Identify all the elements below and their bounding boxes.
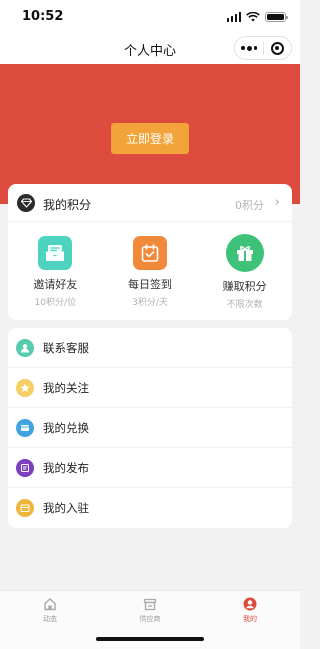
action-label: 邀请好友 — [33, 278, 78, 291]
menu-item-settle-in[interactable]: 我的入驻 — [8, 488, 292, 528]
menu-item-customer-service[interactable]: 联系客服 — [8, 328, 292, 368]
menu-label: 我的关注 — [43, 380, 89, 395]
tab-supplier[interactable]: 供应商 — [100, 597, 200, 624]
daily-checkin-action[interactable]: 每日签到 3积分/天 — [103, 222, 198, 320]
login-button[interactable]: 立即登录 — [111, 123, 189, 154]
nav-bar: 个人中心 — [0, 34, 300, 64]
publish-icon — [16, 458, 34, 477]
menu-list: 联系客服 我的关注 我的兑换 我的发布 我的入驻 — [8, 328, 292, 528]
menu-item-exchange[interactable]: 我的兑换 — [8, 408, 292, 448]
menu-item-following[interactable]: 我的关注 — [8, 368, 292, 408]
points-value: 0积分 — [235, 199, 264, 212]
menu-label: 我的发布 — [43, 460, 89, 475]
star-icon — [16, 378, 34, 397]
signal-icon — [226, 12, 241, 22]
tab-mine[interactable]: 我的 — [200, 597, 300, 624]
action-label: 赚取积分 — [222, 280, 267, 293]
more-icon[interactable] — [235, 37, 263, 59]
points-card: 我的积分 0积分 › 邀请好友 10积分/位 每日签到 3积分/天 赚取积分 不… — [8, 184, 292, 320]
gift-icon — [225, 234, 264, 272]
user-icon — [243, 597, 257, 611]
chevron-right-icon: › — [274, 195, 280, 210]
diamond-icon — [17, 194, 35, 212]
mini-program-capsule — [234, 36, 292, 60]
home-indicator — [96, 637, 204, 641]
menu-item-publish[interactable]: 我的发布 — [8, 448, 292, 488]
points-title: 我的积分 — [43, 198, 92, 212]
store-icon — [16, 499, 34, 517]
calendar-check-icon — [133, 236, 167, 270]
battery-icon — [265, 12, 288, 22]
customer-service-icon — [16, 338, 34, 357]
points-header[interactable]: 我的积分 0积分 › — [8, 184, 292, 222]
close-mini-program-icon[interactable] — [264, 37, 291, 59]
envelope-icon — [38, 236, 73, 270]
status-bar: 10:52 — [0, 0, 300, 34]
profile-header: 立即登录 — [0, 64, 300, 204]
earn-points-action[interactable]: 赚取积分 不限次数 — [197, 222, 292, 320]
menu-label: 我的入驻 — [43, 501, 89, 515]
menu-label: 联系客服 — [43, 340, 89, 355]
invite-friends-action[interactable]: 邀请好友 10积分/位 — [8, 222, 103, 320]
status-icons — [226, 11, 288, 23]
tab-feed[interactable]: 动态 — [0, 597, 100, 624]
status-time: 10:52 — [22, 9, 64, 24]
tab-label: 供应商 — [139, 615, 161, 623]
tab-label: 动态 — [43, 615, 57, 623]
tab-label: 我的 — [243, 615, 257, 623]
points-actions: 邀请好友 10积分/位 每日签到 3积分/天 赚取积分 不限次数 — [8, 222, 292, 320]
action-sub: 10积分/位 — [34, 298, 77, 308]
menu-label: 我的兑换 — [43, 420, 89, 435]
home-icon — [44, 598, 56, 611]
action-label: 每日签到 — [128, 278, 172, 291]
action-sub: 不限次数 — [226, 300, 263, 310]
exchange-icon — [16, 418, 34, 437]
action-sub: 3积分/天 — [132, 298, 168, 308]
wifi-icon — [246, 12, 260, 22]
supplier-icon — [143, 598, 157, 611]
